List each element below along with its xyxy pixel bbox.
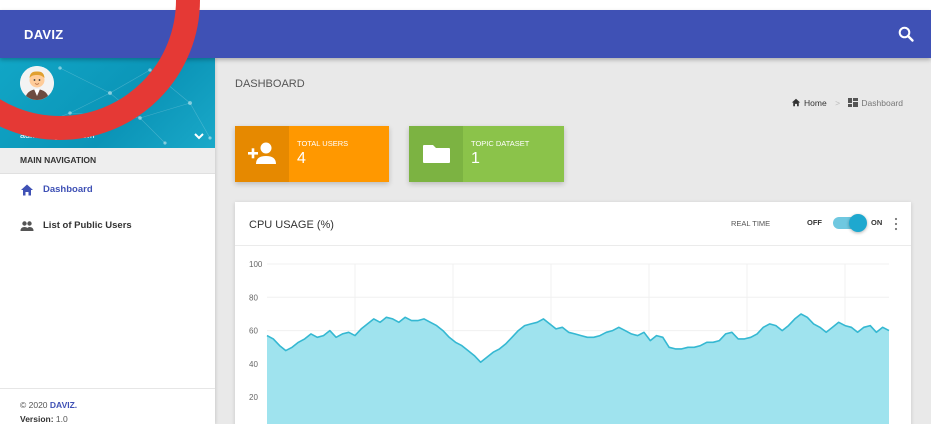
cpu-usage-chart: 20 40 60 80 100 — [249, 260, 890, 424]
breadcrumb-home-label: Home — [804, 98, 827, 108]
y-tick-label: 40 — [249, 360, 258, 369]
cpu-card-title: CPU USAGE (%) — [249, 219, 334, 231]
topic-dataset-icon-cell — [409, 126, 463, 182]
cpu-card-header: CPU USAGE (%) REAL TIME OFF ON — [235, 202, 911, 246]
y-tick-label: 60 — [249, 327, 258, 336]
person-add-icon — [248, 142, 276, 164]
version-label: Version: — [20, 414, 54, 424]
topic-dataset-count: 1 — [471, 150, 480, 167]
sidebar-item-label: List of Public Users — [43, 220, 132, 231]
brand-logo[interactable]: DAVIZ — [24, 27, 64, 42]
sidebar-footer: © 2020 DAVIZ. Version: 1.0 — [0, 388, 215, 424]
app-window: DAVIZ admin admin@gmail.com MAIN NAVIGAT… — [0, 0, 931, 424]
breadcrumb-home[interactable]: Home — [791, 98, 829, 108]
breadcrumb-dashboard-label: Dashboard — [861, 98, 903, 108]
folder-icon — [423, 145, 450, 163]
topic-dataset-box[interactable]: TOPIC DATASET 1 — [409, 126, 564, 182]
people-icon — [20, 221, 34, 231]
home-icon — [21, 184, 33, 196]
topic-dataset-title: TOPIC DATASET — [471, 139, 530, 148]
realtime-label: REAL TIME — [731, 219, 771, 228]
copyright-text: © 2020 — [20, 400, 48, 410]
user-avatar-icon — [20, 66, 54, 100]
copyright: © 2020 DAVIZ. — [20, 400, 77, 410]
user-info-panel: admin admin@gmail.com — [0, 58, 215, 148]
realtime-on-label: ON — [871, 218, 883, 227]
nav-header-label: MAIN NAVIGATION — [20, 155, 97, 165]
page-title: DASHBOARD — [235, 78, 305, 90]
version-value: 1.0 — [55, 414, 68, 424]
breadcrumb-separator: > — [835, 98, 841, 108]
total-users-box[interactable]: TOTAL USERS 4 — [235, 126, 389, 182]
sidebar-item-label: Dashboard — [43, 184, 93, 195]
search-icon[interactable] — [897, 25, 915, 43]
cpu-usage-card: CPU USAGE (%) REAL TIME OFF ON 20 40 60 80 1… — [235, 202, 911, 424]
main-navigation-header: MAIN NAVIGATION — [0, 148, 215, 174]
avatar[interactable] — [20, 66, 54, 100]
realtime-toggle[interactable] — [833, 214, 867, 232]
home-icon — [791, 98, 801, 107]
breadcrumb-dashboard: Dashboard — [846, 98, 903, 108]
y-tick-label: 100 — [249, 260, 263, 269]
main-content: DASHBOARD Home > Dashboard TOTAL USERS 4 — [215, 58, 931, 424]
total-users-title: TOTAL USERS — [297, 139, 349, 148]
total-users-count: 4 — [297, 150, 306, 167]
user-name: admin — [20, 116, 50, 128]
copyright-brand-link[interactable]: DAVIZ. — [50, 400, 77, 410]
chevron-down-icon[interactable] — [193, 131, 205, 141]
user-email: admin@gmail.com — [20, 130, 95, 140]
version-info: Version: 1.0 — [20, 414, 68, 424]
sidebar-item-public-users[interactable]: List of Public Users — [0, 208, 215, 244]
top-navbar: DAVIZ — [0, 10, 931, 58]
y-tick-label: 80 — [249, 293, 258, 302]
toggle-knob[interactable] — [849, 214, 867, 232]
breadcrumb: Home > Dashboard — [791, 98, 903, 108]
sidebar-item-dashboard[interactable]: Dashboard — [0, 172, 215, 208]
sidebar: admin admin@gmail.com MAIN NAVIGATION Da… — [0, 58, 215, 424]
dashboard-icon — [848, 98, 859, 107]
y-tick-label: 20 — [249, 393, 258, 402]
realtime-off-label: OFF — [807, 218, 822, 227]
more-vert-icon[interactable] — [893, 217, 899, 231]
total-users-icon-cell — [235, 126, 289, 182]
